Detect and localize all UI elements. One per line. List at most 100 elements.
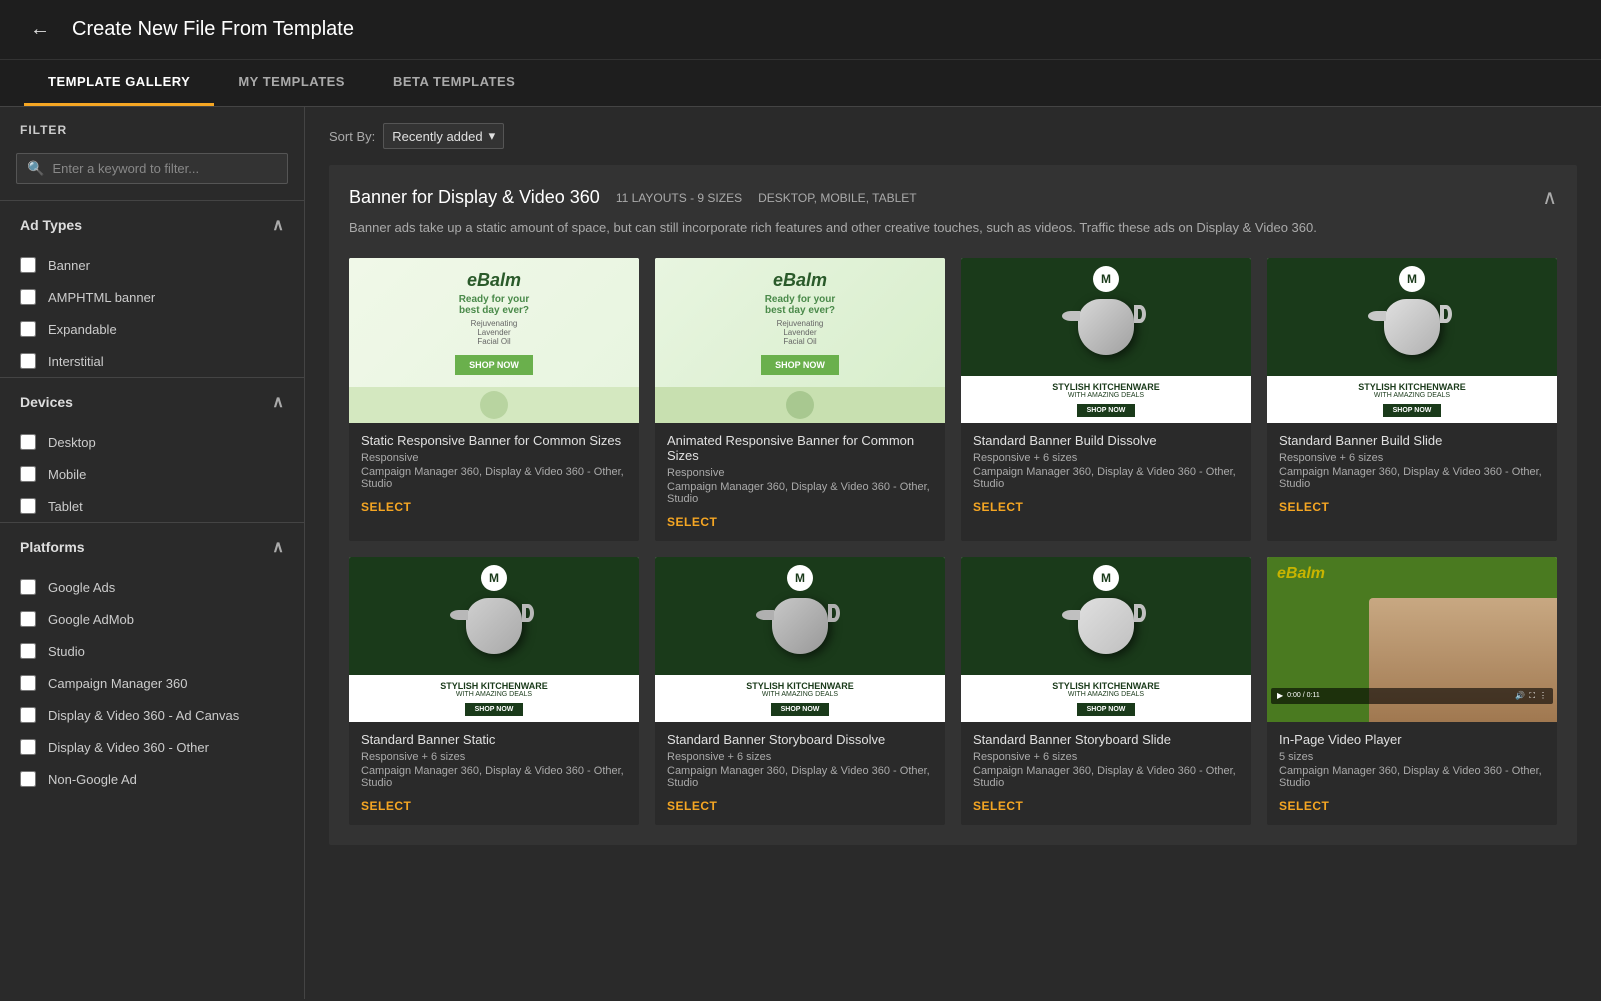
checkbox-desktop[interactable] <box>20 434 36 450</box>
select-storyboard-dissolve-button[interactable]: SELECT <box>667 799 717 813</box>
checkbox-non-google[interactable] <box>20 771 36 787</box>
checkbox-interstitial[interactable] <box>20 353 36 369</box>
filter-item-mobile[interactable]: Mobile <box>0 458 304 490</box>
card-in-page-video-player[interactable]: eBalm ▶ 0:00 / 0:11 🔊 ⛶ ⋮ <box>1267 557 1557 825</box>
label-cm360: Campaign Manager 360 <box>48 676 187 691</box>
select-animated-banner-button[interactable]: SELECT <box>667 515 717 529</box>
checkbox-dv360-canvas[interactable] <box>20 707 36 723</box>
filter-item-tablet[interactable]: Tablet <box>0 490 304 522</box>
card-title: Standard Banner Build Dissolve <box>973 433 1239 448</box>
filter-item-dv360-canvas[interactable]: Display & Video 360 - Ad Canvas <box>0 699 304 731</box>
label-desktop: Desktop <box>48 435 96 450</box>
checkbox-cm360[interactable] <box>20 675 36 691</box>
card-standard-banner-dissolve[interactable]: M STYLISH KITCHENWARE WITH AMAZING DEALS <box>961 258 1251 541</box>
search-input[interactable] <box>52 161 277 176</box>
card-info-video-player: In-Page Video Player 5 sizes Campaign Ma… <box>1267 722 1557 825</box>
devices-header[interactable]: Devices ∧ <box>0 378 304 426</box>
devices-chevron: ∧ <box>272 392 284 412</box>
select-slide-button[interactable]: SELECT <box>1279 500 1329 514</box>
card-animated-responsive-banner[interactable]: eBalm Ready for yourbest day ever? Rejuv… <box>655 258 945 541</box>
filter-section-platforms: Platforms ∧ Google Ads Google AdMob Stud… <box>0 522 304 795</box>
label-amphtml: AMPHTML banner <box>48 290 155 305</box>
filter-section-ad-types: Ad Types ∧ Banner AMPHTML banner Expanda… <box>0 200 304 377</box>
select-static-banner-button[interactable]: SELECT <box>361 500 411 514</box>
filter-item-expandable[interactable]: Expandable <box>0 313 304 345</box>
filter-item-dv360-other[interactable]: Display & Video 360 - Other <box>0 731 304 763</box>
card-info-standard-static: Standard Banner Static Responsive + 6 si… <box>349 722 639 825</box>
checkbox-dv360-other[interactable] <box>20 739 36 755</box>
tab-beta-templates[interactable]: BETA TEMPLATES <box>369 60 539 106</box>
select-storyboard-slide-button[interactable]: SELECT <box>973 799 1023 813</box>
card-title: Static Responsive Banner for Common Size… <box>361 433 627 448</box>
card-storyboard-slide[interactable]: M STYLISH KITCHENWARE WITH AMAZING DEALS <box>961 557 1251 825</box>
card-platforms: Campaign Manager 360, Display & Video 36… <box>361 466 627 490</box>
card-platforms: Campaign Manager 360, Display & Video 36… <box>667 481 933 505</box>
tab-my-templates[interactable]: MY TEMPLATES <box>214 60 369 106</box>
filter-section-devices: Devices ∧ Desktop Mobile Tablet <box>0 377 304 522</box>
filter-item-admob[interactable]: Google AdMob <box>0 603 304 635</box>
main-layout: FILTER 🔍 Ad Types ∧ Banner AMPHTML banne… <box>0 107 1601 999</box>
card-sizes: Responsive <box>361 452 627 464</box>
checkbox-admob[interactable] <box>20 611 36 627</box>
card-title: In-Page Video Player <box>1279 732 1545 747</box>
checkbox-expandable[interactable] <box>20 321 36 337</box>
group-layouts: 11 LAYOUTS - 9 SIZES <box>616 191 742 205</box>
card-sizes: Responsive + 6 sizes <box>667 751 933 763</box>
card-image-storyboard-slide: M STYLISH KITCHENWARE WITH AMAZING DEALS <box>961 557 1251 722</box>
select-dissolve-button[interactable]: SELECT <box>973 500 1023 514</box>
card-image-kettle-slide: M STYLISH KITCHENWARE WITH AMAZING DEALS <box>1267 258 1557 423</box>
group-header: Banner for Display & Video 360 11 LAYOUT… <box>349 185 1557 210</box>
sort-select[interactable]: Recently added ▾ <box>383 123 504 149</box>
card-image-storyboard-dissolve: M STYLISH KITCHENWARE WITH AMAZING DEALS <box>655 557 945 722</box>
content-area: Sort By: Recently added ▾ Banner for Dis… <box>305 107 1601 999</box>
card-info-static-banner: Static Responsive Banner for Common Size… <box>349 423 639 526</box>
devices-label: Devices <box>20 394 73 410</box>
search-icon: 🔍 <box>27 160 44 177</box>
tab-template-gallery[interactable]: TEMPLATE GALLERY <box>24 60 214 106</box>
ad-types-header[interactable]: Ad Types ∧ <box>0 201 304 249</box>
card-storyboard-dissolve[interactable]: M STYLISH KITCHENWARE WITH AMAZING DEALS <box>655 557 945 825</box>
card-static-responsive-banner[interactable]: eBalm Ready for yourbest day ever? Rejuv… <box>349 258 639 541</box>
group-header-left: Banner for Display & Video 360 11 LAYOUT… <box>349 187 917 208</box>
select-video-player-button[interactable]: SELECT <box>1279 799 1329 813</box>
collapse-group-button[interactable]: ∧ <box>1542 185 1557 210</box>
select-standard-static-button[interactable]: SELECT <box>361 799 411 813</box>
card-image-static: M STYLISH KITCHENWARE WITH AMAZING DEALS <box>349 557 639 722</box>
checkbox-amphtml[interactable] <box>20 289 36 305</box>
filter-item-google-ads[interactable]: Google Ads <box>0 571 304 603</box>
back-button[interactable]: ← <box>24 14 56 46</box>
checkbox-banner[interactable] <box>20 257 36 273</box>
card-title: Standard Banner Storyboard Slide <box>973 732 1239 747</box>
filter-item-studio[interactable]: Studio <box>0 635 304 667</box>
platforms-label: Platforms <box>20 539 85 555</box>
card-platforms: Campaign Manager 360, Display & Video 36… <box>667 765 933 789</box>
page-title: Create New File From Template <box>72 18 354 41</box>
card-standard-banner-static[interactable]: M STYLISH KITCHENWARE WITH AMAZING DEALS <box>349 557 639 825</box>
label-google-ads: Google Ads <box>48 580 115 595</box>
filter-item-cm360[interactable]: Campaign Manager 360 <box>0 667 304 699</box>
card-title: Standard Banner Storyboard Dissolve <box>667 732 933 747</box>
filter-item-banner[interactable]: Banner <box>0 249 304 281</box>
checkbox-mobile[interactable] <box>20 466 36 482</box>
filter-label: FILTER <box>0 107 304 145</box>
card-standard-banner-slide[interactable]: M STYLISH KITCHENWARE WITH AMAZING DEALS <box>1267 258 1557 541</box>
checkbox-studio[interactable] <box>20 643 36 659</box>
filter-item-interstitial[interactable]: Interstitial <box>0 345 304 377</box>
card-image-animated-banner: eBalm Ready for yourbest day ever? Rejuv… <box>655 258 945 423</box>
card-platforms: Campaign Manager 360, Display & Video 36… <box>1279 765 1545 789</box>
label-interstitial: Interstitial <box>48 354 104 369</box>
group-description: Banner ads take up a static amount of sp… <box>349 218 1557 238</box>
sort-bar: Sort By: Recently added ▾ <box>329 123 1577 149</box>
sort-chevron-icon: ▾ <box>489 128 496 144</box>
platforms-header[interactable]: Platforms ∧ <box>0 523 304 571</box>
template-group-banner-dv360: Banner for Display & Video 360 11 LAYOUT… <box>329 165 1577 845</box>
filter-item-non-google[interactable]: Non-Google Ad <box>0 763 304 795</box>
card-platforms: Campaign Manager 360, Display & Video 36… <box>973 466 1239 490</box>
ad-types-label: Ad Types <box>20 217 82 233</box>
checkbox-tablet[interactable] <box>20 498 36 514</box>
label-tablet: Tablet <box>48 499 83 514</box>
card-platforms: Campaign Manager 360, Display & Video 36… <box>1279 466 1545 490</box>
checkbox-google-ads[interactable] <box>20 579 36 595</box>
filter-item-amphtml[interactable]: AMPHTML banner <box>0 281 304 313</box>
filter-item-desktop[interactable]: Desktop <box>0 426 304 458</box>
